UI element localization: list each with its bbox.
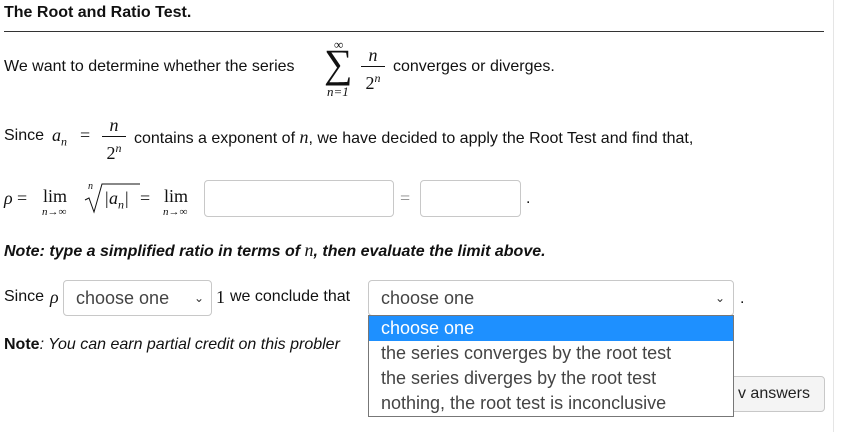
title-divider bbox=[4, 31, 824, 32]
sum-lower-limit: n=1 bbox=[327, 84, 349, 99]
since-explanation: contains a exponent of n, we have decide… bbox=[134, 127, 694, 147]
a-n-symbol: an bbox=[52, 125, 67, 149]
dropdown-option-diverges[interactable]: the series diverges by the root test bbox=[369, 366, 733, 391]
we-conclude-text: we conclude that bbox=[230, 288, 351, 305]
conclusion-select[interactable]: choose one ⌄ bbox=[368, 280, 734, 316]
chevron-down-icon: ⌄ bbox=[194, 291, 205, 305]
limit-period: . bbox=[526, 190, 531, 207]
rho-symbol: ρ bbox=[4, 188, 13, 208]
lim-1: lim bbox=[43, 186, 68, 206]
ratio-input[interactable] bbox=[204, 180, 394, 217]
comparison-select[interactable]: choose one ⌄ bbox=[63, 280, 212, 316]
equals-sign: = bbox=[80, 125, 91, 145]
series-fraction: n 2n bbox=[361, 46, 385, 92]
fraction-numerator: n bbox=[368, 45, 378, 65]
dropdown-option-inconclusive[interactable]: nothing, the root test is inconclusive bbox=[369, 391, 733, 416]
intro-text: We want to determine whether the series bbox=[4, 58, 295, 75]
note-partial-credit: Note: You can earn partial credit on thi… bbox=[4, 336, 340, 353]
lim-2: lim bbox=[164, 186, 189, 206]
rho-symbol-2: ρ bbox=[50, 287, 59, 307]
since-label: Since bbox=[4, 288, 45, 305]
conclusion-dropdown-list[interactable]: choose one the series converges by the r… bbox=[368, 315, 734, 417]
lim-1-sub: n→∞ bbox=[42, 206, 67, 218]
lim-2-sub: n→∞ bbox=[163, 206, 188, 218]
equals-2: = bbox=[140, 188, 151, 208]
dropdown-option-converges[interactable]: the series converges by the root test bbox=[369, 341, 733, 366]
conclusion-period: . bbox=[740, 290, 745, 307]
limit-value-input[interactable] bbox=[420, 180, 521, 217]
note-simplified-ratio: Note: type a simplified ratio in terms o… bbox=[4, 240, 546, 260]
intro-text-end: converges or diverges. bbox=[393, 58, 555, 75]
chevron-down-icon: ⌄ bbox=[715, 291, 726, 305]
abs-a-n: |an| bbox=[104, 188, 129, 212]
page-title: The Root and Ratio Test. bbox=[4, 4, 192, 21]
panel-border bbox=[833, 0, 834, 432]
one-value: 1 bbox=[216, 287, 225, 307]
fraction-denominator: 2 bbox=[365, 73, 375, 93]
sum-upper-limit: ∞ bbox=[334, 37, 344, 52]
equals-3: = bbox=[400, 188, 411, 208]
equals-1: = bbox=[17, 188, 28, 208]
a-n-fraction: n 2n bbox=[102, 116, 126, 162]
since-text: Since bbox=[4, 127, 45, 144]
dropdown-option-choose-one[interactable]: choose one bbox=[369, 316, 733, 341]
